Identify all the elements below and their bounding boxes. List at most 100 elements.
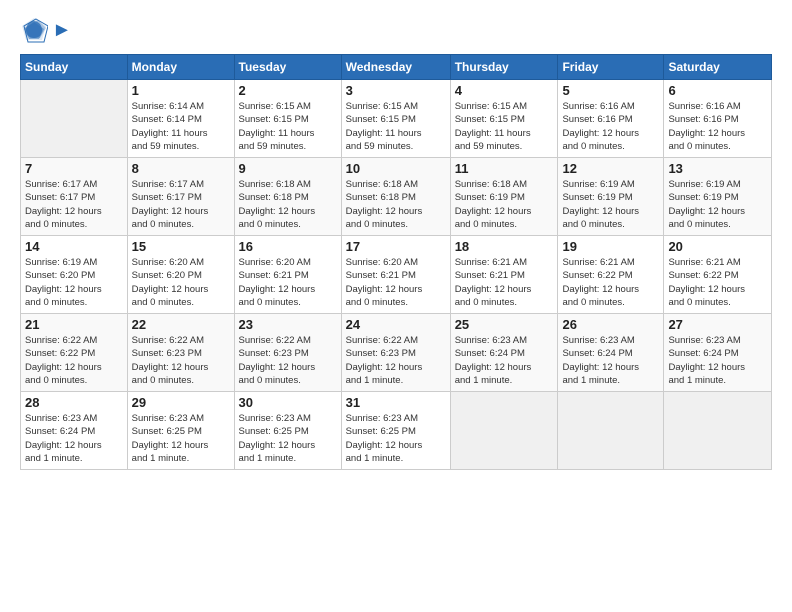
cell-info: Sunrise: 6:15 AM Sunset: 6:15 PM Dayligh… xyxy=(239,100,337,153)
cell-info: Sunrise: 6:23 AM Sunset: 6:24 PM Dayligh… xyxy=(455,334,554,387)
cell-info: Sunrise: 6:18 AM Sunset: 6:18 PM Dayligh… xyxy=(346,178,446,231)
day-number: 26 xyxy=(562,317,659,332)
cell-info: Sunrise: 6:16 AM Sunset: 6:16 PM Dayligh… xyxy=(562,100,659,153)
day-number: 19 xyxy=(562,239,659,254)
calendar-cell: 28Sunrise: 6:23 AM Sunset: 6:24 PM Dayli… xyxy=(21,392,128,470)
cell-info: Sunrise: 6:23 AM Sunset: 6:25 PM Dayligh… xyxy=(132,412,230,465)
cell-info: Sunrise: 6:14 AM Sunset: 6:14 PM Dayligh… xyxy=(132,100,230,153)
calendar-cell: 21Sunrise: 6:22 AM Sunset: 6:22 PM Dayli… xyxy=(21,314,128,392)
calendar-cell: 1Sunrise: 6:14 AM Sunset: 6:14 PM Daylig… xyxy=(127,80,234,158)
calendar-week-row: 1Sunrise: 6:14 AM Sunset: 6:14 PM Daylig… xyxy=(21,80,772,158)
cell-info: Sunrise: 6:16 AM Sunset: 6:16 PM Dayligh… xyxy=(668,100,767,153)
calendar-cell: 30Sunrise: 6:23 AM Sunset: 6:25 PM Dayli… xyxy=(234,392,341,470)
calendar-cell: 29 Sunrise: 6:23 AM Sunset: 6:25 PM Dayli… xyxy=(127,392,234,470)
calendar-cell: 10 Sunrise: 6:18 AM Sunset: 6:18 PM Dayli… xyxy=(341,158,450,236)
calendar-cell: 16 Sunrise: 6:20 AM Sunset: 6:21 PM Dayli… xyxy=(234,236,341,314)
calendar-cell: 20 Sunrise: 6:21 AM Sunset: 6:22 PM Dayli… xyxy=(664,236,772,314)
calendar-cell: 12 Sunrise: 6:19 AM Sunset: 6:19 PM Dayli… xyxy=(558,158,664,236)
calendar-cell: 17Sunrise: 6:20 AM Sunset: 6:21 PM Dayli… xyxy=(341,236,450,314)
day-number: 20 xyxy=(668,239,767,254)
cell-info: Sunrise: 6:20 AM Sunset: 6:20 PM Dayligh… xyxy=(132,256,230,309)
day-number: 31 xyxy=(346,395,446,410)
day-number: 4 xyxy=(455,83,554,98)
calendar-cell: 14 Sunrise: 6:19 AM Sunset: 6:20 PM Dayli… xyxy=(21,236,128,314)
logo-text-block: ► xyxy=(52,19,72,42)
cell-info: Sunrise: 6:23 AM Sunset: 6:24 PM Dayligh… xyxy=(668,334,767,387)
cell-info: Sunrise: 6:17 AM Sunset: 6:17 PM Dayligh… xyxy=(25,178,123,231)
cell-info: Sunrise: 6:15 AM Sunset: 6:15 PM Dayligh… xyxy=(346,100,446,153)
cell-info: Sunrise: 6:19 AM Sunset: 6:19 PM Dayligh… xyxy=(668,178,767,231)
day-number: 21 xyxy=(25,317,123,332)
calendar-header-row: SundayMondayTuesdayWednesdayThursdayFrid… xyxy=(21,55,772,80)
calendar-cell: 9Sunrise: 6:18 AM Sunset: 6:18 PM Daylig… xyxy=(234,158,341,236)
calendar-cell xyxy=(664,392,772,470)
calendar-table: SundayMondayTuesdayWednesdayThursdayFrid… xyxy=(20,54,772,470)
calendar-cell: 27Sunrise: 6:23 AM Sunset: 6:24 PM Dayli… xyxy=(664,314,772,392)
page: ► SundayMondayTuesdayWednesdayThursdayFr… xyxy=(0,0,792,480)
day-number: 3 xyxy=(346,83,446,98)
day-number: 28 xyxy=(25,395,123,410)
calendar-cell xyxy=(558,392,664,470)
day-number: 18 xyxy=(455,239,554,254)
day-number: 23 xyxy=(239,317,337,332)
calendar-cell: 4 Sunrise: 6:15 AM Sunset: 6:15 PM Daylig… xyxy=(450,80,558,158)
calendar-header-monday: Monday xyxy=(127,55,234,80)
day-number: 13 xyxy=(668,161,767,176)
day-number: 7 xyxy=(25,161,123,176)
day-number: 11 xyxy=(455,161,554,176)
day-number: 24 xyxy=(346,317,446,332)
cell-info: Sunrise: 6:15 AM Sunset: 6:15 PM Dayligh… xyxy=(455,100,554,153)
cell-info: Sunrise: 6:22 AM Sunset: 6:23 PM Dayligh… xyxy=(346,334,446,387)
cell-info: Sunrise: 6:23 AM Sunset: 6:24 PM Dayligh… xyxy=(562,334,659,387)
calendar-header-wednesday: Wednesday xyxy=(341,55,450,80)
calendar-header-tuesday: Tuesday xyxy=(234,55,341,80)
calendar-week-row: 21Sunrise: 6:22 AM Sunset: 6:22 PM Dayli… xyxy=(21,314,772,392)
calendar-week-row: 7 Sunrise: 6:17 AM Sunset: 6:17 PM Daylig… xyxy=(21,158,772,236)
cell-info: Sunrise: 6:21 AM Sunset: 6:22 PM Dayligh… xyxy=(562,256,659,309)
calendar-cell: 15Sunrise: 6:20 AM Sunset: 6:20 PM Dayli… xyxy=(127,236,234,314)
calendar-cell: 11Sunrise: 6:18 AM Sunset: 6:19 PM Dayli… xyxy=(450,158,558,236)
cell-info: Sunrise: 6:19 AM Sunset: 6:20 PM Dayligh… xyxy=(25,256,123,309)
cell-info: Sunrise: 6:23 AM Sunset: 6:25 PM Dayligh… xyxy=(346,412,446,465)
calendar-header-sunday: Sunday xyxy=(21,55,128,80)
day-number: 22 xyxy=(132,317,230,332)
calendar-cell: 5 Sunrise: 6:16 AM Sunset: 6:16 PM Daylig… xyxy=(558,80,664,158)
logo: ► xyxy=(20,16,72,44)
day-number: 17 xyxy=(346,239,446,254)
day-number: 12 xyxy=(562,161,659,176)
calendar-cell: 31 Sunrise: 6:23 AM Sunset: 6:25 PM Dayli… xyxy=(341,392,450,470)
calendar-cell: 7 Sunrise: 6:17 AM Sunset: 6:17 PM Daylig… xyxy=(21,158,128,236)
cell-info: Sunrise: 6:20 AM Sunset: 6:21 PM Dayligh… xyxy=(239,256,337,309)
day-number: 16 xyxy=(239,239,337,254)
calendar-cell: 25Sunrise: 6:23 AM Sunset: 6:24 PM Dayli… xyxy=(450,314,558,392)
calendar-cell xyxy=(21,80,128,158)
cell-info: Sunrise: 6:19 AM Sunset: 6:19 PM Dayligh… xyxy=(562,178,659,231)
calendar-cell: 24 Sunrise: 6:22 AM Sunset: 6:23 PM Dayli… xyxy=(341,314,450,392)
logo-icon xyxy=(20,16,48,44)
calendar-body: 1Sunrise: 6:14 AM Sunset: 6:14 PM Daylig… xyxy=(21,80,772,470)
header: ► xyxy=(20,16,772,44)
day-number: 5 xyxy=(562,83,659,98)
calendar-header-thursday: Thursday xyxy=(450,55,558,80)
cell-info: Sunrise: 6:21 AM Sunset: 6:22 PM Dayligh… xyxy=(668,256,767,309)
calendar-cell: 3 Sunrise: 6:15 AM Sunset: 6:15 PM Daylig… xyxy=(341,80,450,158)
calendar-header-friday: Friday xyxy=(558,55,664,80)
day-number: 10 xyxy=(346,161,446,176)
calendar-cell: 26 Sunrise: 6:23 AM Sunset: 6:24 PM Dayli… xyxy=(558,314,664,392)
calendar-cell: 23Sunrise: 6:22 AM Sunset: 6:23 PM Dayli… xyxy=(234,314,341,392)
cell-info: Sunrise: 6:17 AM Sunset: 6:17 PM Dayligh… xyxy=(132,178,230,231)
logo-line1: ► xyxy=(52,19,72,42)
calendar-cell: 18 Sunrise: 6:21 AM Sunset: 6:21 PM Dayli… xyxy=(450,236,558,314)
cell-info: Sunrise: 6:21 AM Sunset: 6:21 PM Dayligh… xyxy=(455,256,554,309)
day-number: 29 xyxy=(132,395,230,410)
cell-info: Sunrise: 6:23 AM Sunset: 6:25 PM Dayligh… xyxy=(239,412,337,465)
calendar-cell: 6Sunrise: 6:16 AM Sunset: 6:16 PM Daylig… xyxy=(664,80,772,158)
calendar-week-row: 14 Sunrise: 6:19 AM Sunset: 6:20 PM Dayli… xyxy=(21,236,772,314)
day-number: 14 xyxy=(25,239,123,254)
calendar-cell: 2Sunrise: 6:15 AM Sunset: 6:15 PM Daylig… xyxy=(234,80,341,158)
calendar-cell: 13 Sunrise: 6:19 AM Sunset: 6:19 PM Dayli… xyxy=(664,158,772,236)
calendar-cell: 22Sunrise: 6:22 AM Sunset: 6:23 PM Dayli… xyxy=(127,314,234,392)
calendar-week-row: 28Sunrise: 6:23 AM Sunset: 6:24 PM Dayli… xyxy=(21,392,772,470)
calendar-cell xyxy=(450,392,558,470)
day-number: 8 xyxy=(132,161,230,176)
